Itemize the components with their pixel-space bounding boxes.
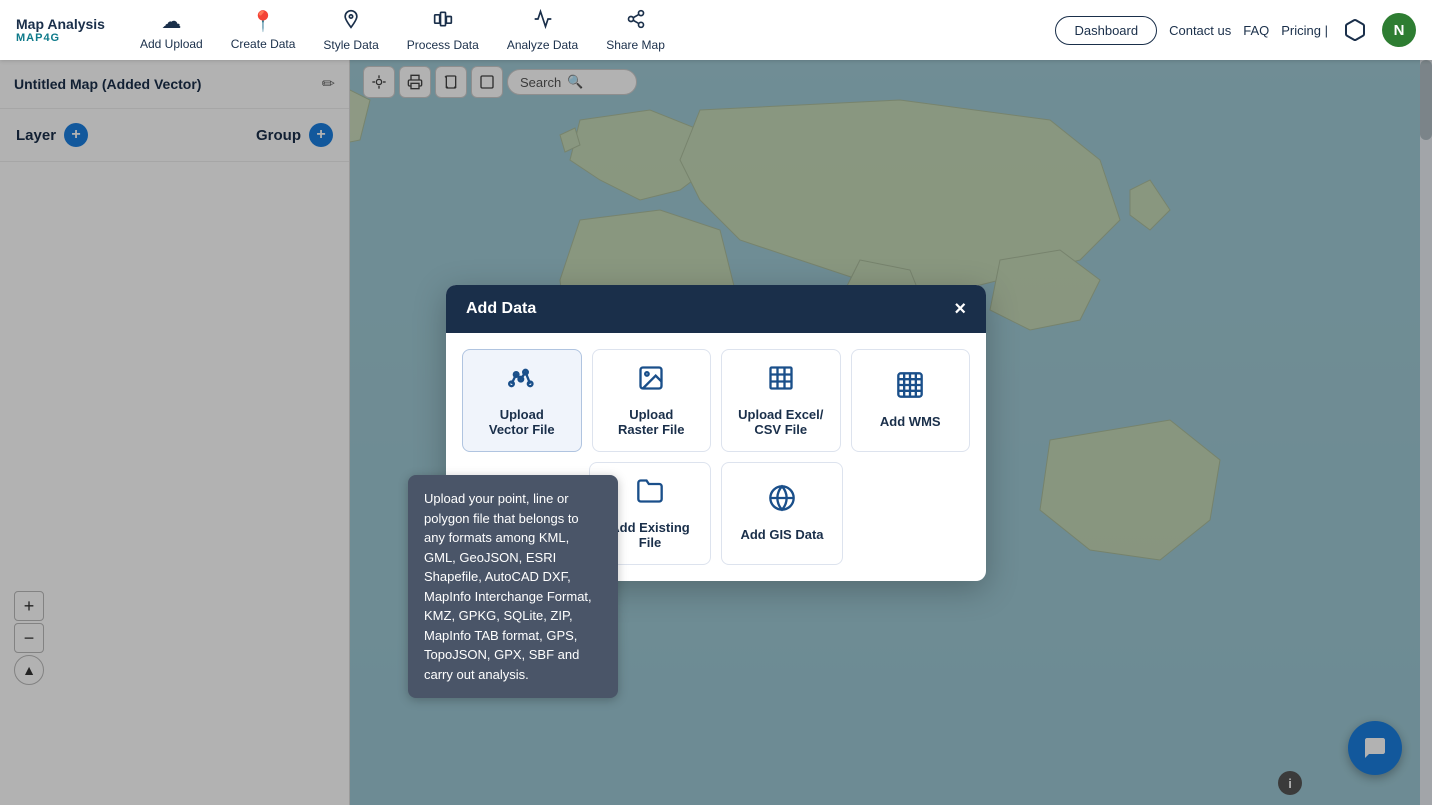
excel-icon xyxy=(767,364,795,399)
right-nav: Dashboard Contact us FAQ Pricing | N xyxy=(1055,13,1416,47)
tooltip-text: Upload your point, line or polygon file … xyxy=(424,491,592,682)
logo-area: Map Analysis MAP4G xyxy=(16,16,106,44)
dashboard-button[interactable]: Dashboard xyxy=(1055,16,1157,45)
modal-close-button[interactable]: × xyxy=(954,299,966,319)
nav-analyze-data[interactable]: Analyze Data xyxy=(493,3,592,58)
gis-icon xyxy=(768,484,796,519)
option-add-gis[interactable]: Add GIS Data xyxy=(721,462,843,565)
modal-overlay[interactable]: Add Data × UploadVector File UploadRaste… xyxy=(0,60,1432,805)
existing-option-label: Add ExistingFile xyxy=(610,520,689,550)
tooltip: Upload your point, line or polygon file … xyxy=(408,475,618,698)
pricing-link[interactable]: Pricing | xyxy=(1281,23,1328,38)
map-container[interactable]: Search 🔍 Untitled Map (Added Vector) ✏ L… xyxy=(0,60,1432,805)
option-upload-raster[interactable]: UploadRaster File xyxy=(592,349,712,452)
option-upload-vector[interactable]: UploadVector File xyxy=(462,349,582,452)
analyze-icon xyxy=(533,9,553,35)
nav-add-upload[interactable]: ☁ Add Upload xyxy=(126,3,217,57)
excel-option-label: Upload Excel/CSV File xyxy=(738,407,823,437)
upload-icon: ☁ xyxy=(161,9,181,34)
modal-title: Add Data xyxy=(466,300,536,318)
share-icon xyxy=(626,9,646,35)
nav-process-data[interactable]: Process Data xyxy=(393,3,493,58)
faq-link[interactable]: FAQ xyxy=(1243,23,1269,38)
nav-share-map[interactable]: Share Map xyxy=(592,3,679,58)
gis-option-label: Add GIS Data xyxy=(740,527,823,542)
contact-link[interactable]: Contact us xyxy=(1169,23,1231,38)
style-icon xyxy=(341,9,361,35)
app-subtitle: MAP4G xyxy=(16,32,106,44)
existing-icon xyxy=(636,477,664,512)
box-icon[interactable] xyxy=(1340,15,1370,45)
option-upload-excel[interactable]: Upload Excel/CSV File xyxy=(721,349,841,452)
raster-option-label: UploadRaster File xyxy=(618,407,684,437)
vector-option-label: UploadVector File xyxy=(489,407,555,437)
vector-icon xyxy=(508,364,536,399)
wms-option-label: Add WMS xyxy=(880,414,941,429)
create-icon: 📍 xyxy=(251,9,276,34)
nav-style-data[interactable]: Style Data xyxy=(309,3,392,58)
topbar: Map Analysis MAP4G ☁ Add Upload 📍 Create… xyxy=(0,0,1432,60)
user-avatar[interactable]: N xyxy=(1382,13,1416,47)
raster-icon xyxy=(637,364,665,399)
process-icon xyxy=(433,9,453,35)
modal-header: Add Data × xyxy=(446,285,986,333)
wms-icon xyxy=(896,371,924,406)
nav-create-data[interactable]: 📍 Create Data xyxy=(217,3,310,57)
app-title: Map Analysis xyxy=(16,16,106,32)
option-add-wms[interactable]: Add WMS xyxy=(851,349,971,452)
